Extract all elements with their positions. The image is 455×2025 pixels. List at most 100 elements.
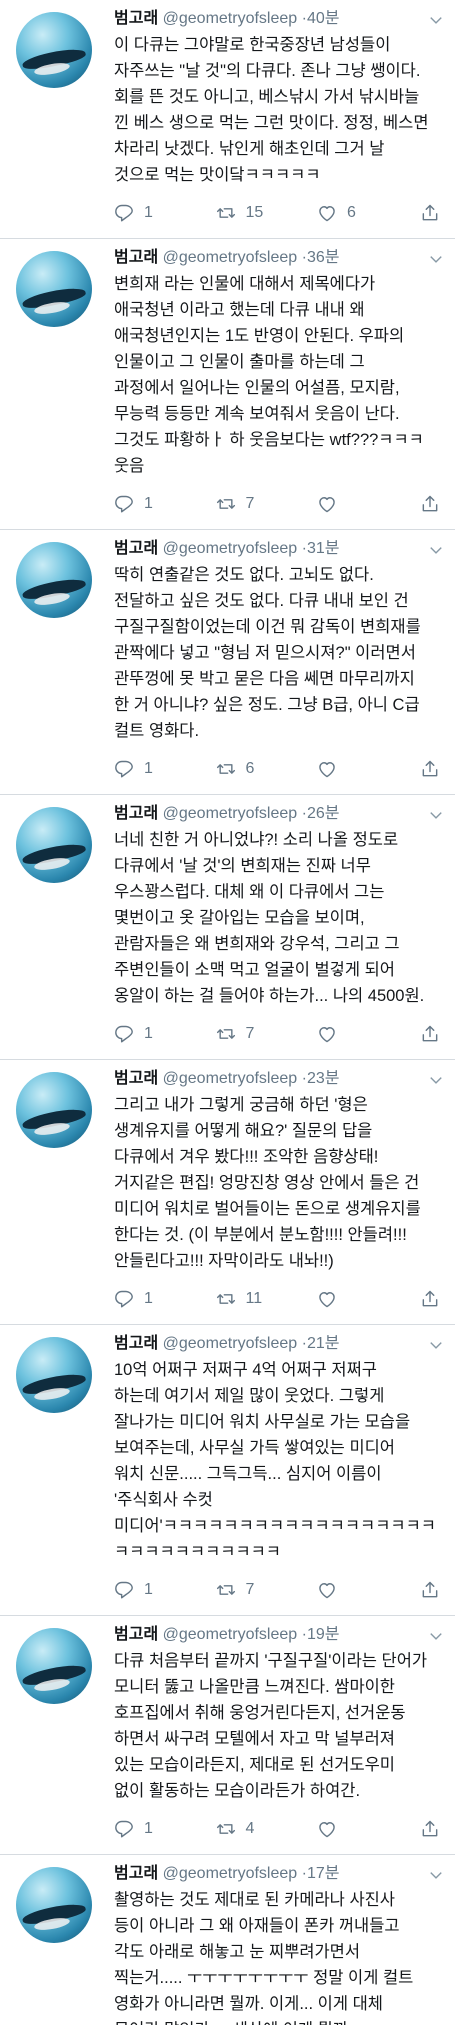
tweet-text-line: 다큐 처음부터 끝까지 '구질구질'이라는 단어가 [114,1652,428,1670]
share-button[interactable] [420,494,447,514]
share-button[interactable] [420,203,447,223]
reply-button[interactable]: 1 [114,759,216,779]
tweet[interactable]: 범고래 @geometryofsleep ·36분 변희재 라는 인물에 대해서… [0,239,455,530]
user-handle[interactable]: @geometryofsleep [163,10,298,27]
avatar[interactable] [16,1072,92,1148]
tweet-header: 범고래 @geometryofsleep ·19분 [114,1624,447,1646]
display-name[interactable]: 범고래 [114,1070,158,1087]
retweet-button[interactable]: 15 [216,203,318,223]
timestamp[interactable]: ·31분 [302,540,340,557]
tweet-text-line: 있는 모습이라든지, 제대로 된 선거도우미 [114,1756,395,1774]
share-icon [422,495,438,512]
user-handle[interactable]: @geometryofsleep [163,249,298,266]
like-button[interactable] [317,1580,420,1600]
avatar[interactable] [16,542,92,618]
chevron-down-icon[interactable] [429,807,443,821]
tweet[interactable]: 범고래 @geometryofsleep ·40분 이 다큐는 그야말로 한국중… [0,0,455,239]
share-button[interactable] [420,759,447,779]
timestamp[interactable]: ·21분 [302,1335,340,1352]
tweet-text-line: 자주쓰는 "날 것"의 다큐다. 존나 그냥 쌩이다. [114,62,421,80]
avatar[interactable] [16,1337,92,1413]
retweet-button[interactable]: 7 [216,1024,318,1044]
time-value[interactable]: 31분 [307,540,340,557]
display-name[interactable]: 범고래 [114,249,158,266]
tweet-text-line: 관뚜껑에 못 박고 묻은 다음 쎄면 마무리까지 [114,670,415,688]
user-handle[interactable]: @geometryofsleep [163,1626,298,1643]
retweet-count: 11 [245,1290,263,1307]
timestamp[interactable]: ·36분 [302,249,340,266]
chevron-down-icon[interactable] [429,1337,443,1351]
retweet-button[interactable]: 4 [216,1819,318,1839]
user-handle[interactable]: @geometryofsleep [163,805,298,822]
tweet[interactable]: 범고래 @geometryofsleep ·26분 너네 친한 거 아니었냐?!… [0,795,455,1060]
display-name[interactable]: 범고래 [114,1335,158,1352]
retweet-count: 6 [245,760,255,777]
timestamp[interactable]: ·23분 [302,1070,340,1087]
share-button[interactable] [420,1819,447,1839]
chevron-down-icon[interactable] [429,1072,443,1086]
share-button[interactable] [420,1289,447,1309]
tweet-header: 범고래 @geometryofsleep ·23분 [114,1068,447,1090]
display-name[interactable]: 범고래 [114,805,158,822]
retweet-button[interactable]: 6 [216,759,318,779]
time-value[interactable]: 19분 [307,1626,340,1643]
like-button[interactable] [317,1024,420,1044]
user-handle[interactable]: @geometryofsleep [163,1335,298,1352]
reply-button[interactable]: 1 [114,1289,216,1309]
like-button[interactable] [317,1289,420,1309]
avatar[interactable] [16,1867,92,1943]
like-button[interactable]: 6 [317,203,420,223]
reply-button[interactable]: 1 [114,1580,216,1600]
chevron-down-icon[interactable] [429,12,443,26]
time-value[interactable]: 23분 [307,1070,340,1087]
tweet[interactable]: 범고래 @geometryofsleep ·17분 촬영하는 것도 제대로 된 … [0,1855,455,2025]
avatar[interactable] [16,251,92,327]
share-button[interactable] [420,1580,447,1600]
tweet-header: 범고래 @geometryofsleep ·31분 [114,538,447,560]
time-value[interactable]: 17분 [307,1865,340,1882]
tweet[interactable]: 범고래 @geometryofsleep ·31분 딱히 연출같은 것도 없다.… [0,530,455,795]
like-button[interactable] [317,494,420,514]
reply-button[interactable]: 1 [114,494,216,514]
retweet-button[interactable]: 7 [216,494,318,514]
reply-button[interactable]: 1 [114,1819,216,1839]
time-value[interactable]: 26분 [307,805,340,822]
reply-icon [115,1581,133,1599]
timestamp[interactable]: ·19분 [302,1626,340,1643]
chevron-down-icon[interactable] [429,251,443,265]
chevron-down-icon[interactable] [429,542,443,556]
retweet-button[interactable]: 7 [216,1580,318,1600]
like-button[interactable] [317,759,420,779]
tweet[interactable]: 범고래 @geometryofsleep ·19분 다큐 처음부터 끝까지 '구… [0,1616,455,1855]
display-name[interactable]: 범고래 [114,10,158,27]
avatar[interactable] [16,1628,92,1704]
reply-button[interactable]: 1 [114,203,216,223]
time-value[interactable]: 21분 [307,1335,340,1352]
user-handle[interactable]: @geometryofsleep [163,1865,298,1882]
share-button[interactable] [420,1024,447,1044]
chevron-down-icon[interactable] [429,1867,443,1881]
timestamp[interactable]: ·17분 [302,1865,340,1882]
time-value[interactable]: 40분 [307,10,340,27]
user-handle[interactable]: @geometryofsleep [163,1070,298,1087]
tweet-text-line: ㅋㅋㅋㅋㅋㅋㅋㅋㅋㅋㅋ [114,1543,281,1561]
avatar[interactable] [16,12,92,88]
display-name[interactable]: 범고래 [114,540,158,557]
timestamp[interactable]: ·26분 [302,805,340,822]
time-value[interactable]: 36분 [307,249,340,266]
tweet-text-line: 하는데 여기서 제일 많이 웃었다. 그렇게 [114,1387,385,1405]
display-name[interactable]: 범고래 [114,1626,158,1643]
timestamp[interactable]: ·40분 [302,10,340,27]
chevron-down-icon[interactable] [429,1628,443,1642]
tweet-text-line: 그리고 내가 그렇게 궁금해 하던 '형은 [114,1096,368,1114]
retweet-icon [216,764,235,774]
avatar[interactable] [16,807,92,883]
retweet-button[interactable]: 11 [216,1289,318,1309]
display-name[interactable]: 범고래 [114,1865,158,1882]
user-handle[interactable]: @geometryofsleep [163,540,298,557]
tweet[interactable]: 범고래 @geometryofsleep ·21분 10억 어쩌구 저쩌구 4억… [0,1325,455,1616]
heart-icon [319,1292,335,1308]
reply-button[interactable]: 1 [114,1024,216,1044]
tweet[interactable]: 범고래 @geometryofsleep ·23분 그리고 내가 그렇게 궁금해… [0,1060,455,1325]
like-button[interactable] [317,1819,420,1839]
